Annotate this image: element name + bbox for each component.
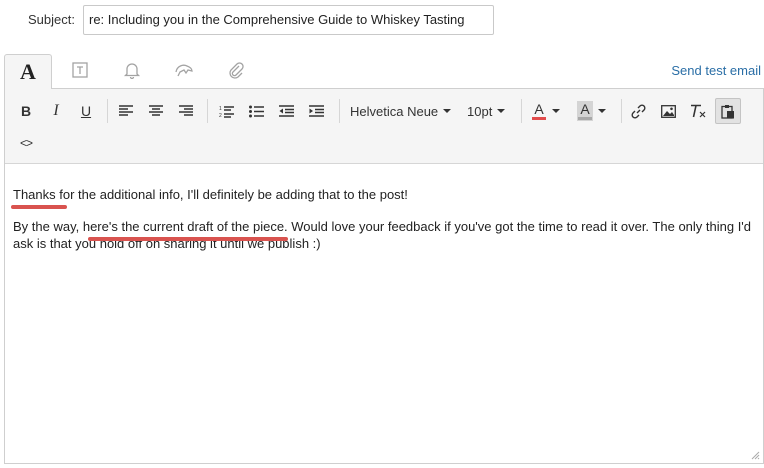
- bullet-list-icon: [248, 105, 264, 117]
- subject-label: Subject:: [28, 12, 75, 27]
- toolbar-separator: [339, 99, 340, 123]
- template-icon: [72, 62, 88, 78]
- font-size-dropdown[interactable]: 10pt: [467, 98, 506, 124]
- message-body[interactable]: Thanks for the additional info, I'll def…: [13, 186, 758, 267]
- tab-attachments[interactable]: [212, 52, 260, 88]
- link-icon: [630, 103, 646, 119]
- align-center-button[interactable]: [143, 98, 169, 124]
- toolbar-separator: [207, 99, 208, 123]
- align-right-button[interactable]: [173, 98, 199, 124]
- font-size-value: 10pt: [467, 103, 493, 119]
- tab-tracking[interactable]: [160, 52, 208, 88]
- outdent-button[interactable]: [273, 98, 299, 124]
- chevron-down-icon: [598, 109, 606, 113]
- bell-icon: [123, 63, 141, 79]
- numbered-list-icon: 1 2: [219, 106, 234, 118]
- chevron-down-icon: [497, 109, 506, 113]
- tracking-icon: [175, 64, 193, 77]
- tab-template[interactable]: [56, 52, 104, 88]
- indent-icon: [308, 105, 324, 117]
- svg-text:1: 1: [219, 106, 222, 112]
- toolbar-separator: [521, 99, 522, 123]
- toolbar-separator: [107, 99, 108, 123]
- bullet-list-button[interactable]: [243, 98, 269, 124]
- numbered-list-button[interactable]: 1 2: [213, 98, 239, 124]
- body-paragraph: By the way, here's the current draft of …: [13, 219, 752, 251]
- paste-icon: [721, 104, 734, 119]
- image-icon: [660, 104, 676, 118]
- italic-button[interactable]: I: [43, 98, 69, 124]
- align-left-icon: [119, 105, 133, 116]
- paperclip-icon: [229, 62, 244, 79]
- bold-button[interactable]: B: [13, 98, 39, 124]
- underline-button[interactable]: U: [73, 98, 99, 124]
- editor-toolbar: B I U 1 2 Helvetica Neue 10pt A A <>: [5, 89, 763, 164]
- clear-formatting-icon: [691, 104, 706, 118]
- clear-formatting-button[interactable]: [685, 98, 711, 124]
- editor-tabs: A Send test email: [0, 52, 764, 89]
- annotation-underline: [11, 205, 67, 209]
- text-color-icon: A: [531, 101, 547, 121]
- align-center-icon: [149, 105, 163, 116]
- highlight-color-dropdown[interactable]: A: [577, 98, 606, 124]
- font-family-dropdown[interactable]: Helvetica Neue: [350, 98, 452, 124]
- outdent-icon: [278, 105, 294, 117]
- align-right-icon: [179, 105, 193, 116]
- tab-text[interactable]: A: [4, 54, 52, 89]
- text-format-icon: A: [20, 59, 36, 84]
- font-family-value: Helvetica Neue: [350, 103, 439, 119]
- annotation-underline: [88, 237, 288, 241]
- insert-image-button[interactable]: [655, 98, 681, 124]
- resize-handle-icon[interactable]: [750, 450, 760, 460]
- body-paragraph: Thanks for the additional info, I'll def…: [13, 187, 408, 202]
- paste-as-text-button[interactable]: [715, 98, 741, 124]
- insert-link-button[interactable]: [625, 98, 651, 124]
- highlight-color-swatch: [578, 117, 592, 120]
- highlight-color-icon: A: [577, 101, 593, 121]
- chevron-down-icon: [443, 109, 452, 113]
- subject-input[interactable]: re: Including you in the Comprehensive G…: [83, 5, 494, 35]
- toolbar-separator: [621, 99, 622, 123]
- tab-notifications[interactable]: [108, 52, 156, 88]
- align-left-button[interactable]: [113, 98, 139, 124]
- indent-button[interactable]: [303, 98, 329, 124]
- send-test-email-link[interactable]: Send test email: [671, 63, 761, 78]
- text-color-dropdown[interactable]: A: [531, 98, 560, 124]
- source-code-button[interactable]: <>: [13, 130, 39, 156]
- message-editor: B I U 1 2 Helvetica Neue 10pt A A <> Tha…: [4, 88, 764, 464]
- subject-row: Subject: re: Including you in the Compre…: [0, 5, 764, 35]
- text-color-swatch: [532, 117, 546, 120]
- chevron-down-icon: [552, 109, 560, 113]
- svg-text:2: 2: [219, 113, 222, 118]
